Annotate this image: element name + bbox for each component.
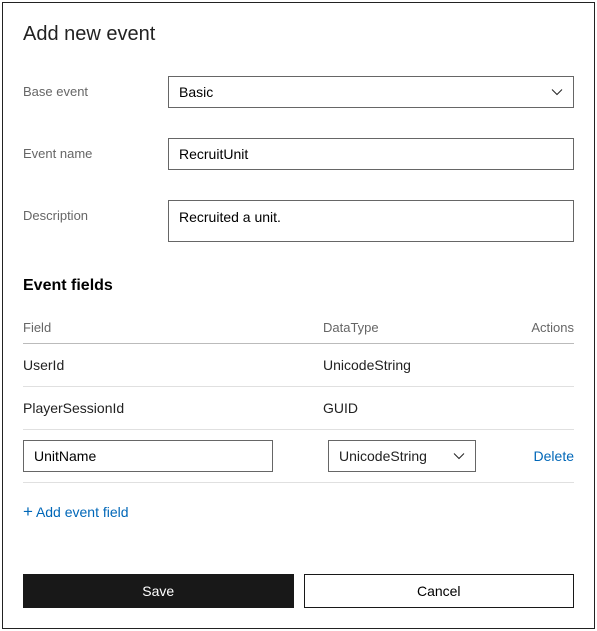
- chevron-down-icon: [453, 450, 465, 462]
- datatype-select[interactable]: UnicodeString: [328, 440, 476, 472]
- table-header: Field DataType Actions: [23, 320, 574, 344]
- field-datatype: UnicodeString: [323, 357, 493, 373]
- save-button[interactable]: Save: [23, 574, 294, 608]
- event-name-input[interactable]: [168, 138, 574, 170]
- table-row: PlayerSessionId GUID: [23, 387, 574, 430]
- base-event-value: Basic: [179, 84, 213, 100]
- description-input[interactable]: [168, 200, 574, 242]
- datatype-value: UnicodeString: [339, 448, 427, 464]
- header-actions: Actions: [493, 320, 574, 335]
- add-field-label: Add event field: [36, 504, 129, 520]
- delete-link[interactable]: Delete: [498, 448, 574, 464]
- header-field: Field: [23, 320, 323, 335]
- page-title: Add new event: [23, 23, 574, 46]
- add-event-field-link[interactable]: + Add event field: [23, 503, 574, 520]
- base-event-select[interactable]: Basic: [168, 76, 574, 108]
- event-name-label: Event name: [23, 138, 168, 161]
- field-datatype: GUID: [323, 400, 493, 416]
- header-datatype: DataType: [323, 320, 493, 335]
- event-fields-title: Event fields: [23, 277, 574, 295]
- field-name-input[interactable]: [23, 440, 273, 472]
- table-row: UnicodeString Delete: [23, 430, 574, 483]
- base-event-label: Base event: [23, 76, 168, 99]
- field-name: PlayerSessionId: [23, 400, 323, 416]
- table-row: UserId UnicodeString: [23, 344, 574, 387]
- plus-icon: +: [23, 503, 33, 520]
- chevron-down-icon: [551, 86, 563, 98]
- cancel-button[interactable]: Cancel: [304, 574, 575, 608]
- description-label: Description: [23, 200, 168, 223]
- field-name: UserId: [23, 357, 323, 373]
